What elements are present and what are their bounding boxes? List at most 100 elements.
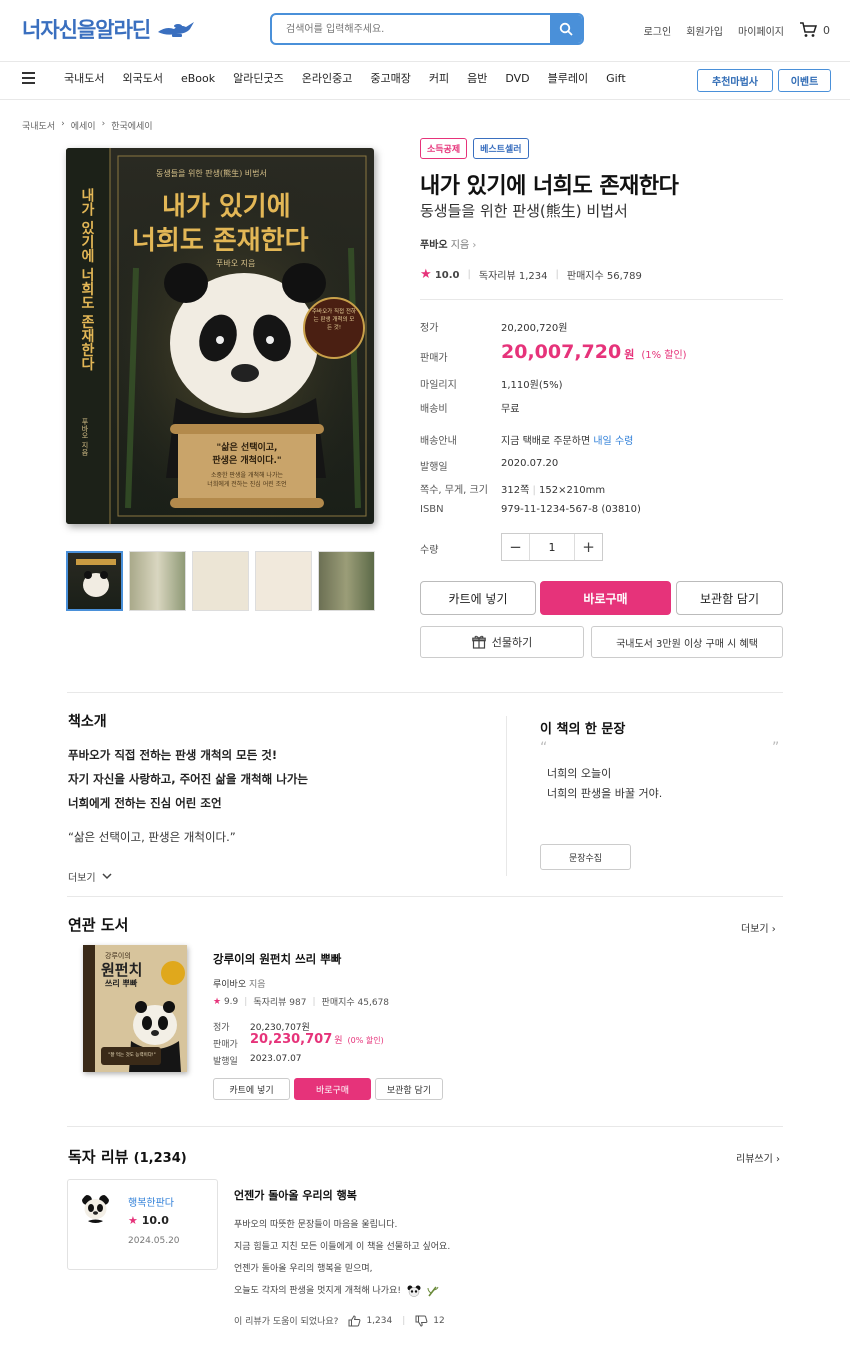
related-buy-button[interactable]: 바로구매 <box>294 1078 371 1100</box>
crumb-3[interactable]: 한국에세이 <box>111 119 152 132</box>
site-logo[interactable]: 너자신을알라딘 <box>22 14 196 44</box>
mypage-link[interactable]: 마이페이지 <box>738 23 784 38</box>
breadcrumb: 국내도서 › 에세이 › 한국에세이 <box>22 119 153 132</box>
thumbnail-2[interactable] <box>129 551 186 611</box>
sale-label: 판매가 <box>420 353 448 364</box>
cover-scroll-4: 너희에게 전하는 진심 어린 조언 <box>207 481 287 488</box>
nav-item-music[interactable]: 음반 <box>467 70 487 86</box>
chevron-right-icon: › <box>61 119 65 129</box>
product-author[interactable]: 푸바오 지음 › <box>420 236 476 251</box>
related-sale-value: 20,230,707 <box>250 1032 333 1047</box>
badges: 소득공제 베스트셀러 <box>420 138 529 159</box>
event-button[interactable]: 이벤트 <box>778 69 831 92</box>
section-divider <box>67 692 783 693</box>
nav-item-domestic[interactable]: 국내도서 <box>64 70 104 86</box>
shipping-label: 배송비 <box>420 404 448 415</box>
cart-add-button[interactable]: 카트에 넣기 <box>420 581 536 615</box>
intro-line-2: 자기 자신을 사랑하고, 주어진 삶을 개척해 나가는 <box>68 772 308 786</box>
benefit-button[interactable]: 국내도서 3만원 이상 구매 시 혜택 <box>591 626 783 658</box>
related-title: 연관 도서 <box>68 916 129 934</box>
quote-close-icon: ” <box>772 740 780 756</box>
section-divider <box>67 896 783 897</box>
review-count[interactable]: 독자리뷰 1,234 <box>479 267 548 282</box>
review-title: 독자 리뷰 (1,234) <box>68 1146 187 1167</box>
price-value: 20,200,720원 <box>501 323 568 334</box>
thumbnail-3[interactable] <box>192 551 249 611</box>
dislike-button[interactable]: 12 <box>415 1315 445 1327</box>
nav-item-dvd[interactable]: DVD <box>505 72 529 85</box>
author-suffix: 지음 <box>450 240 470 251</box>
intro-line-1: 푸바오가 직접 전하는 판생 개척의 모든 것! <box>68 748 278 762</box>
cover-title-1: 내가 있기에 <box>162 192 291 222</box>
pubdate-value: 2020.07.20 <box>501 458 559 469</box>
reviewer-name[interactable]: 행복한판다 <box>128 1194 174 1209</box>
nav-item-used-store[interactable]: 중고매장 <box>370 70 410 86</box>
login-link[interactable]: 로그인 <box>644 23 672 38</box>
search-input[interactable] <box>272 15 550 43</box>
thumbnail-5[interactable] <box>318 551 375 611</box>
related-book-cover[interactable]: 강루이의 원펀치 쓰리 뿌빠 "잘 먹는 것도 능력이다!" <box>83 945 187 1072</box>
save-button[interactable]: 보관함 담기 <box>676 581 783 615</box>
pubdate-label: 발행일 <box>420 462 448 473</box>
related-review-count[interactable]: 독자리뷰 987 <box>253 995 306 1008</box>
related-author[interactable]: 루이바오 지음 <box>213 977 266 990</box>
isbn-value: 979-11-1234-567-8 (03810) <box>501 504 641 515</box>
thumbnail-4[interactable] <box>255 551 312 611</box>
review-line-3: 언젠가 돌아올 우리의 행복을 믿으며, <box>234 1264 373 1274</box>
signup-link[interactable]: 회원가입 <box>686 23 723 38</box>
related-more-label: 더보기 <box>741 924 769 935</box>
gift-button[interactable]: 선물하기 <box>420 626 584 658</box>
qty-value[interactable]: 1 <box>530 541 574 554</box>
related-sale-label: 판매가 <box>213 1040 238 1050</box>
write-review-link[interactable]: 리뷰쓰기 › <box>736 1150 780 1165</box>
related-pubdate: 2023.07.07 <box>250 1054 302 1064</box>
nav-item-coffee[interactable]: 커피 <box>429 70 449 86</box>
qty-label: 수량 <box>420 545 439 556</box>
intro-vertical-divider <box>506 716 507 876</box>
book-cover[interactable]: 동생들을 위한 판생(熊生) 비법서 내가 있기에 너희도 존재한다 푸바오 지… <box>66 148 374 524</box>
search-bar <box>270 13 584 45</box>
cover-top-text: 동생들을 위한 판생(熊生) 비법서 <box>156 169 267 178</box>
cart-icon <box>800 22 817 37</box>
cover-spine: 내가 있기에 너희도 존재한다 <box>79 188 95 371</box>
thumbs-down-icon <box>415 1315 428 1327</box>
qty-plus-button[interactable]: + <box>574 534 602 560</box>
delivery-value: 지금 택배로 주문하면 내일 수령 <box>501 432 633 447</box>
nav-divider <box>0 99 850 100</box>
like-button[interactable]: 1,234 <box>348 1314 392 1327</box>
intro-body: 푸바오가 직접 전하는 판생 개척의 모든 것! 자기 자신을 사랑하고, 주어… <box>68 743 308 815</box>
related-more-link[interactable]: 더보기 › <box>741 920 776 935</box>
thumbnail-1[interactable] <box>66 551 123 611</box>
nav-item-goods[interactable]: 알라딘굿즈 <box>233 70 284 86</box>
related-cart-button[interactable]: 카트에 넣기 <box>213 1078 290 1100</box>
search-button[interactable] <box>550 15 582 43</box>
related-save-button[interactable]: 보관함 담기 <box>375 1078 443 1100</box>
nav-item-gift[interactable]: Gift <box>606 72 626 85</box>
nav-item-bluray[interactable]: 블루레이 <box>548 70 588 86</box>
collect-sentence-button[interactable]: 문장수집 <box>540 844 631 870</box>
nav-item-online-used[interactable]: 온라인중고 <box>302 70 353 86</box>
menu-icon[interactable] <box>22 72 40 84</box>
qty-minus-button[interactable]: − <box>502 534 530 560</box>
pages-label: 쪽수, 무게, 크기 <box>420 485 488 496</box>
book-size: 152×210mm <box>539 485 606 496</box>
intro-title: 책소개 <box>68 714 107 730</box>
thumbs-up-icon <box>348 1314 361 1326</box>
crumb-2[interactable]: 에세이 <box>71 119 96 132</box>
rel-cover-line-3: 쓰리 뿌빠 <box>105 979 138 988</box>
crumb-1[interactable]: 국내도서 <box>22 119 55 132</box>
related-book-title[interactable]: 강루이의 원펀치 쓰리 뿌빠 <box>213 951 341 967</box>
isbn-label: ISBN <box>420 504 444 515</box>
star-icon: ★ <box>128 1214 138 1227</box>
nav-item-ebook[interactable]: eBook <box>181 72 215 85</box>
intro-more-button[interactable]: 더보기 <box>68 869 112 884</box>
buy-now-button[interactable]: 바로구매 <box>540 581 671 615</box>
logo-text: 너자신을알라딘 <box>22 18 151 42</box>
sentence-line-1: 너희의 오늘이 <box>547 767 612 780</box>
cart-button[interactable]: 0 <box>799 22 830 38</box>
review-helpful: 이 리뷰가 도움이 되었나요? 1,234 | 12 <box>234 1314 445 1327</box>
bamboo-icon <box>427 1286 439 1297</box>
nav-item-foreign[interactable]: 외국도서 <box>122 70 162 86</box>
info-divider <box>420 299 783 300</box>
recommend-button[interactable]: 추천마법사 <box>697 69 773 92</box>
